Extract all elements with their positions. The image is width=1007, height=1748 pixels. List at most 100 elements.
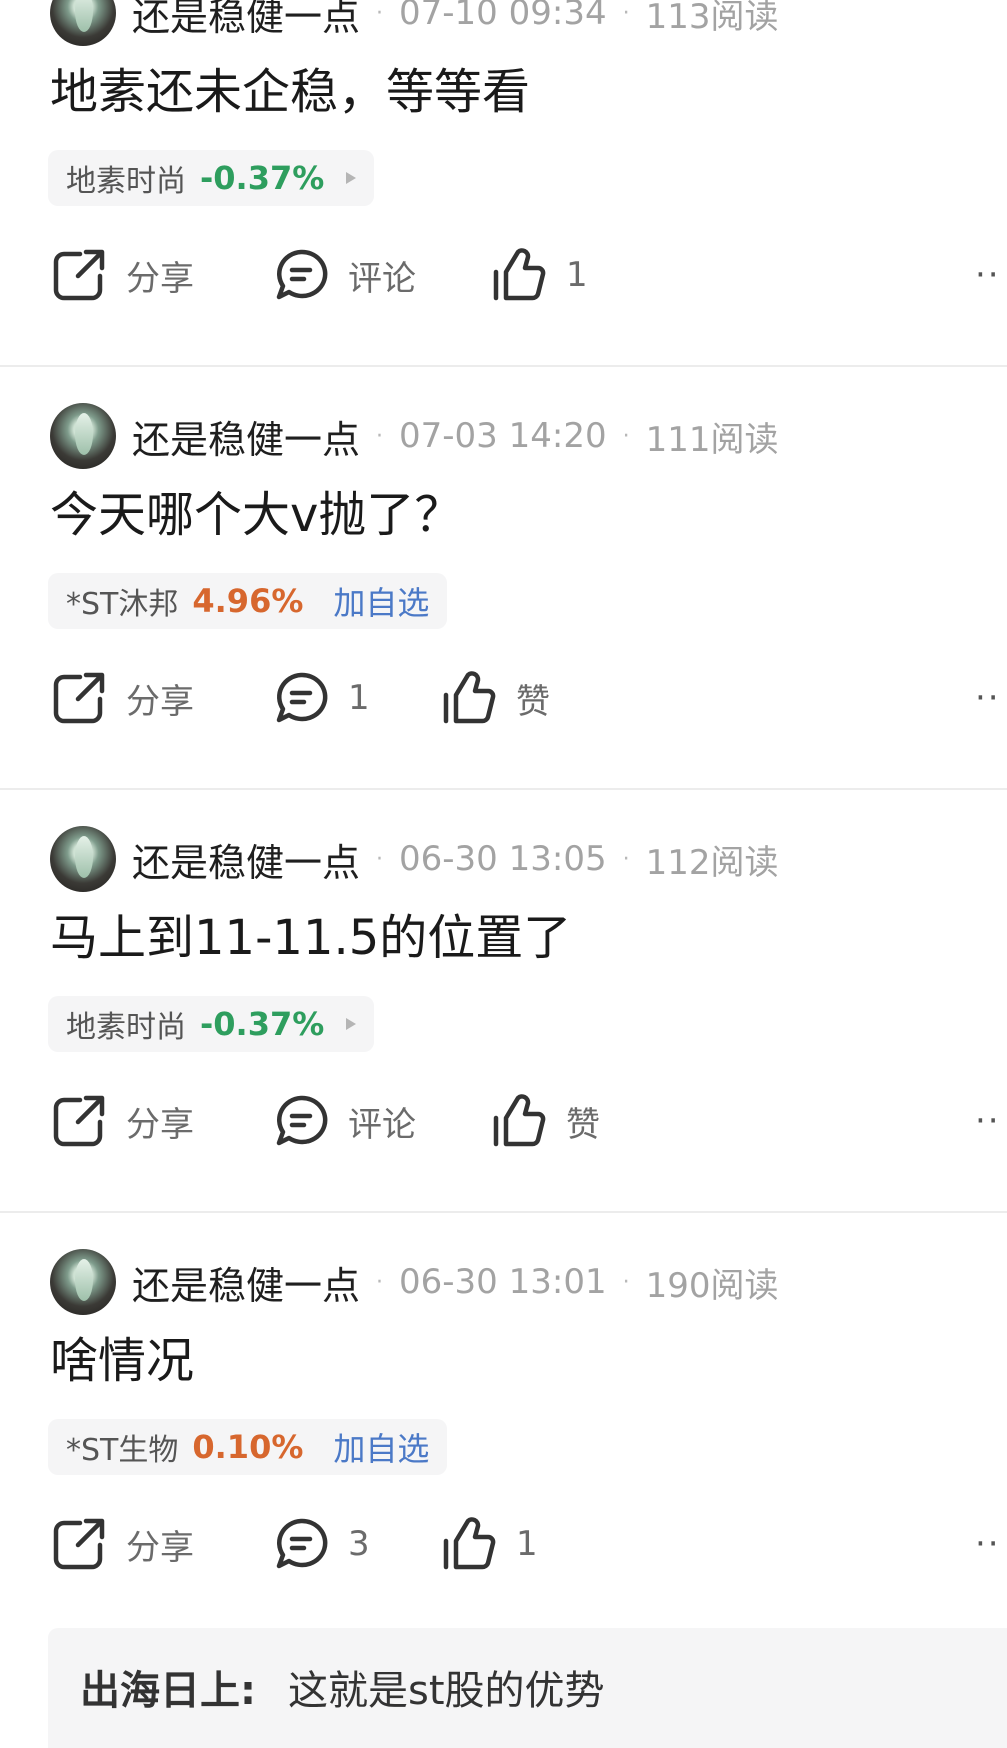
add-to-watchlist-button[interactable]: 加自选	[333, 578, 429, 624]
action-bar: 分享 1 赞 ··	[50, 663, 1007, 733]
avatar[interactable]	[50, 403, 116, 469]
stock-tag[interactable]: *ST沐邦 4.96% 加自选	[48, 573, 448, 629]
meta-separator: ·	[376, 423, 384, 449]
stock-tag[interactable]: 地素时尚 -0.37%	[48, 150, 375, 206]
comment-label: 评论	[348, 258, 416, 299]
post-header: 还是稳健一点 · 07-03 14:20 · 111阅读	[50, 401, 779, 471]
divider	[0, 365, 1007, 367]
more-options-icon[interactable]: ··	[975, 663, 1001, 733]
post-time: 06-30 13:05	[399, 839, 607, 879]
like-label: 赞	[516, 681, 550, 722]
comment-label: 1	[348, 678, 370, 718]
post-time: 07-10 09:34	[399, 0, 607, 33]
author-name[interactable]: 还是稳健一点	[132, 409, 360, 464]
avatar[interactable]	[50, 826, 116, 892]
share-button[interactable]: 分享	[50, 663, 194, 733]
share-icon	[53, 672, 105, 724]
read-count: 112阅读	[645, 842, 779, 883]
post-header: 还是稳健一点 · 06-30 13:05 · 112阅读	[50, 824, 779, 894]
divider	[0, 788, 1007, 790]
share-button[interactable]: 分享	[50, 1509, 194, 1579]
comment-text: 这就是st股的优势	[288, 1668, 605, 1714]
author-name[interactable]: 还是稳健一点	[132, 1255, 360, 1310]
comment-button[interactable]: 1	[272, 663, 370, 733]
share-button[interactable]: 分享	[50, 1086, 194, 1156]
post-card[interactable]: 还是稳健一点 · 07-03 14:20 · 111阅读 今天哪个大v抛了？ *…	[0, 401, 1007, 824]
comment-icon	[276, 1518, 328, 1569]
meta-separator: ·	[376, 0, 384, 26]
meta-separator: ·	[376, 846, 384, 872]
share-icon	[53, 1095, 105, 1147]
thumbs-up-icon	[493, 248, 546, 301]
thumbs-up-icon	[443, 671, 496, 724]
post-header: 还是稳健一点 · 06-30 13:01 · 190阅读	[50, 1247, 779, 1317]
comment-button[interactable]: 评论	[272, 240, 416, 310]
stock-name: 地素时尚	[66, 164, 186, 199]
more-options-icon[interactable]: ··	[975, 1086, 1001, 1156]
comment-icon	[276, 1095, 328, 1146]
meta-separator: ·	[622, 846, 630, 872]
read-count: 111阅读	[645, 419, 779, 460]
comment-author[interactable]: 出海日上:	[80, 1658, 256, 1716]
meta-separator: ·	[622, 0, 630, 26]
like-label: 1	[516, 1524, 538, 1564]
more-options-icon[interactable]: ··	[975, 1509, 1001, 1579]
share-label: 分享	[126, 681, 194, 722]
share-label: 分享	[126, 1527, 194, 1568]
comment-preview[interactable]: 出海日上: 这就是st股的优势	[48, 1628, 1007, 1748]
author-name[interactable]: 还是稳健一点	[132, 0, 360, 41]
stock-name: 地素时尚	[66, 1010, 186, 1045]
post-time: 06-30 13:01	[399, 1262, 607, 1302]
comment-label: 评论	[348, 1104, 416, 1145]
post-card[interactable]: 还是稳健一点 · 07-10 09:34 · 113阅读 地素还未企稳，等等看 …	[0, 0, 1007, 401]
read-count: 190阅读	[645, 1265, 779, 1306]
stock-tag[interactable]: *ST生物 0.10% 加自选	[48, 1419, 448, 1475]
action-bar: 分享 3 1 ··	[50, 1509, 1007, 1579]
stock-change: 4.96%	[192, 582, 304, 620]
add-to-watchlist-button[interactable]: 加自选	[333, 1424, 429, 1470]
share-button[interactable]: 分享	[50, 240, 194, 310]
like-label: 赞	[566, 1104, 600, 1145]
play-arrow-icon	[346, 1018, 357, 1030]
stock-name: *ST生物	[66, 1433, 179, 1468]
meta-separator: ·	[622, 1269, 630, 1295]
action-bar: 分享 评论 赞 ··	[50, 1086, 1007, 1156]
stock-change: 0.10%	[192, 1428, 304, 1466]
divider	[0, 1211, 1007, 1213]
post-text[interactable]: 啥情况	[50, 1331, 194, 1391]
post-text[interactable]: 马上到11-11.5的位置了	[50, 908, 571, 968]
share-label: 分享	[126, 1104, 194, 1145]
like-button[interactable]: 赞	[490, 1086, 600, 1156]
thumbs-up-icon	[493, 1094, 546, 1147]
play-arrow-icon	[346, 172, 357, 184]
like-button[interactable]: 1	[440, 1509, 538, 1579]
avatar[interactable]	[50, 1249, 116, 1315]
comment-label: 3	[348, 1524, 370, 1564]
post-time: 07-03 14:20	[399, 416, 607, 456]
share-label: 分享	[126, 258, 194, 299]
more-options-icon[interactable]: ··	[975, 240, 1001, 310]
like-button[interactable]: 1	[490, 240, 588, 310]
share-icon	[53, 249, 105, 301]
post-header: 还是稳健一点 · 07-10 09:34 · 113阅读	[50, 0, 779, 48]
comment-button[interactable]: 评论	[272, 1086, 416, 1156]
stock-tag[interactable]: 地素时尚 -0.37%	[48, 996, 375, 1052]
author-name[interactable]: 还是稳健一点	[132, 832, 360, 887]
post-card[interactable]: 还是稳健一点 · 06-30 13:01 · 190阅读 啥情况 *ST生物 0…	[0, 1247, 1007, 1670]
stock-change: -0.37%	[200, 159, 325, 197]
post-text[interactable]: 地素还未企稳，等等看	[50, 62, 530, 122]
action-bar: 分享 评论 1 ··	[50, 240, 1007, 310]
meta-separator: ·	[622, 423, 630, 449]
comment-icon	[276, 672, 328, 723]
share-icon	[53, 1518, 105, 1570]
like-label: 1	[566, 255, 588, 295]
post-card[interactable]: 还是稳健一点 · 06-30 13:05 · 112阅读 马上到11-11.5的…	[0, 824, 1007, 1247]
stock-name: *ST沐邦	[66, 587, 179, 622]
avatar[interactable]	[50, 0, 116, 46]
post-text[interactable]: 今天哪个大v抛了？	[50, 485, 462, 545]
stock-change: -0.37%	[200, 1005, 325, 1043]
thumbs-up-icon	[443, 1517, 496, 1570]
like-button[interactable]: 赞	[440, 663, 550, 733]
read-count: 113阅读	[645, 0, 779, 37]
comment-button[interactable]: 3	[272, 1509, 370, 1579]
